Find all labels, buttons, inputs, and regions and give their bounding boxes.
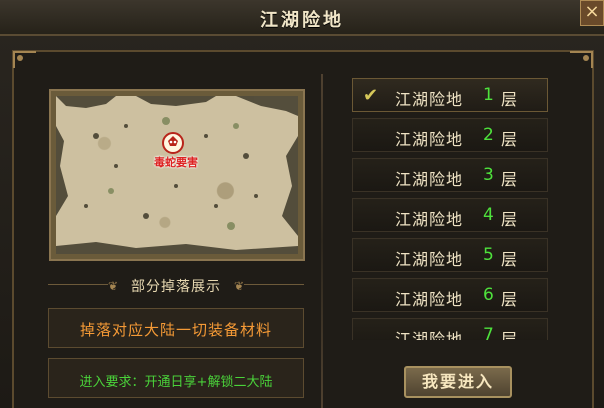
drops-title: 部分掉落展示	[131, 279, 221, 295]
title-bar: 江湖险地 ×	[0, 0, 604, 36]
floor-name: 江湖险地	[395, 210, 464, 229]
floor-unit: 层	[501, 210, 518, 229]
drops-heading: ❦ 部分掉落展示 ❦	[48, 272, 304, 298]
drops-panel: 掉落对应大陆一切装备材料	[48, 308, 304, 348]
dungeon-map: 毒蛇要害	[56, 96, 298, 254]
panel-divider	[321, 74, 323, 408]
floor-item-3[interactable]: 江湖险地 3 层	[352, 158, 548, 192]
enter-button[interactable]: 我要进入	[404, 366, 512, 398]
floor-item-7[interactable]: 江湖险地 7 层	[352, 318, 548, 340]
floor-number: 4	[483, 205, 494, 225]
checkmark-icon: ✔	[363, 85, 379, 106]
corner-ornament-icon	[568, 50, 594, 70]
floor-name: 江湖险地	[395, 290, 464, 309]
floor-name: 江湖险地	[395, 170, 464, 189]
floor-unit: 层	[501, 170, 518, 189]
floor-name: 江湖险地	[395, 130, 464, 149]
floor-number: 7	[483, 325, 494, 340]
floor-number: 2	[483, 125, 494, 145]
floor-item-1[interactable]: ✔ 江湖险地 1 层	[352, 78, 548, 112]
close-button[interactable]: ×	[580, 0, 604, 26]
floor-unit: 层	[501, 290, 518, 309]
ornament-icon: ❦	[233, 279, 244, 293]
floor-item-5[interactable]: 江湖险地 5 层	[352, 238, 548, 272]
floor-number: 6	[483, 285, 494, 305]
floor-name: 江湖险地	[395, 90, 464, 109]
floor-unit: 层	[501, 250, 518, 269]
floor-unit: 层	[501, 130, 518, 149]
requirement-panel: 进入要求：开通日享+解锁二大陆	[48, 358, 304, 398]
floor-number: 5	[483, 245, 494, 265]
floor-number: 3	[483, 165, 494, 185]
window-title: 江湖险地	[260, 10, 344, 31]
floor-name: 江湖险地	[395, 330, 464, 340]
floor-name: 江湖险地	[395, 250, 464, 269]
floor-item-6[interactable]: 江湖险地 6 层	[352, 278, 548, 312]
dungeon-window: 江湖险地 × 毒蛇要害 ❦ 部分掉落展示 ❦ 掉落对应大陆一切装备材料 进入要求…	[0, 0, 604, 408]
floor-number: 1	[483, 85, 494, 105]
boss-label: 毒蛇要害	[154, 156, 198, 169]
floor-item-2[interactable]: 江湖险地 2 层	[352, 118, 548, 152]
divider-line	[244, 284, 304, 285]
requirement-text: 进入要求：开通日享+解锁二大陆	[79, 375, 273, 390]
floor-item-4[interactable]: 江湖险地 4 层	[352, 198, 548, 232]
floor-list: ✔ 江湖险地 1 层 江湖险地 2 层 江湖险地 3 层 江湖险地 4 层 江湖…	[352, 78, 548, 340]
corner-ornament-icon	[12, 50, 38, 70]
floor-unit: 层	[501, 330, 518, 340]
floor-unit: 层	[501, 90, 518, 109]
map-preview: 毒蛇要害	[49, 89, 305, 261]
drops-description: 掉落对应大陆一切装备材料	[79, 321, 272, 339]
boss-skull-icon[interactable]	[162, 132, 184, 154]
